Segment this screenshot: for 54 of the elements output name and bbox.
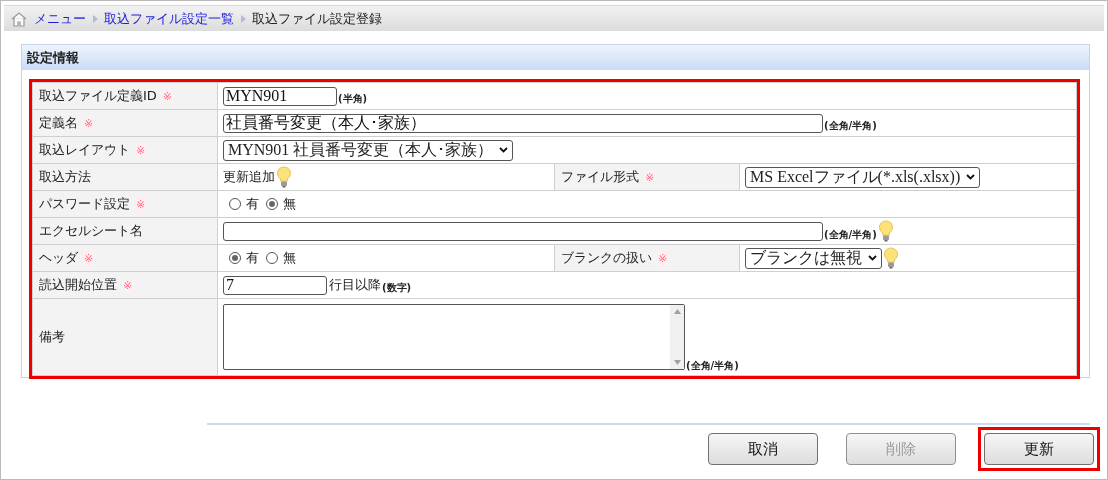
input-hint: (数字): [382, 280, 412, 295]
field-label: 備考: [39, 329, 65, 344]
action-button[interactable]: 取消: [708, 433, 818, 465]
section-header: 設定情報: [22, 45, 1089, 70]
input-hint: (全角/半角): [686, 359, 739, 373]
dropdown[interactable]: MS Excelファイル(*.xls(.xlsx)): [745, 166, 981, 188]
text-field[interactable]: 社員番号変更（本人･家族）: [223, 113, 823, 133]
text-field[interactable]: MYN901: [223, 86, 337, 106]
radio-label: 無: [283, 249, 296, 267]
breadcrumb-current: 取込ファイル設定登録: [252, 9, 382, 28]
radio-button[interactable]: [266, 252, 278, 264]
home-icon[interactable]: [10, 10, 28, 27]
radio-label: 有: [246, 195, 259, 213]
input-hint: (全角/半角): [824, 118, 877, 133]
radio-button[interactable]: [229, 198, 241, 210]
field-label: エクセルシート名: [39, 223, 143, 238]
unit-label: 行目以降: [329, 276, 381, 294]
required-mark: ※: [136, 198, 146, 211]
field-label: 定義名: [39, 115, 78, 130]
field-label: 取込レイアウト: [39, 142, 130, 157]
required-mark: ※: [84, 117, 94, 130]
field-label: ヘッダ: [39, 250, 78, 265]
breadcrumb-link[interactable]: メニュー: [34, 9, 86, 28]
action-button[interactable]: 更新: [984, 433, 1094, 465]
required-mark: ※: [162, 90, 173, 103]
required-mark: ※: [658, 252, 668, 265]
field-label: 取込方法: [39, 169, 91, 184]
chevron-icon: [240, 14, 246, 23]
required-mark: ※: [123, 279, 133, 292]
input-hint: (全角/半角): [824, 228, 877, 242]
field-value: 更新追加: [223, 168, 275, 186]
required-mark: ※: [136, 144, 146, 157]
text-field[interactable]: [223, 221, 823, 241]
caret-icon: [499, 147, 509, 153]
dropdown[interactable]: MYN901 社員番号変更（本人･家族）: [223, 139, 514, 161]
chevron-icon: [92, 14, 98, 23]
required-mark: ※: [84, 252, 94, 265]
required-mark: ※: [645, 171, 655, 184]
radio-label: 有: [246, 249, 259, 267]
text-area[interactable]: [223, 304, 685, 370]
input-hint: (半角): [338, 91, 368, 106]
radio-button[interactable]: [229, 252, 241, 264]
caret-icon: [966, 174, 976, 180]
breadcrumb-link[interactable]: 取込ファイル設定一覧: [104, 9, 234, 28]
radio-label: 無: [283, 195, 296, 213]
caret-icon: [868, 255, 877, 261]
field-label: パスワード設定: [39, 196, 130, 211]
text-field[interactable]: 7: [223, 275, 327, 295]
field-label: ブランクの扱い: [561, 250, 652, 265]
field-label: ファイル形式: [561, 169, 639, 184]
dropdown[interactable]: ブランクは無視: [745, 247, 882, 269]
field-label: 読込開始位置: [39, 277, 117, 292]
radio-button[interactable]: [266, 198, 278, 210]
field-label: 取込ファイル定義ID: [39, 88, 157, 103]
